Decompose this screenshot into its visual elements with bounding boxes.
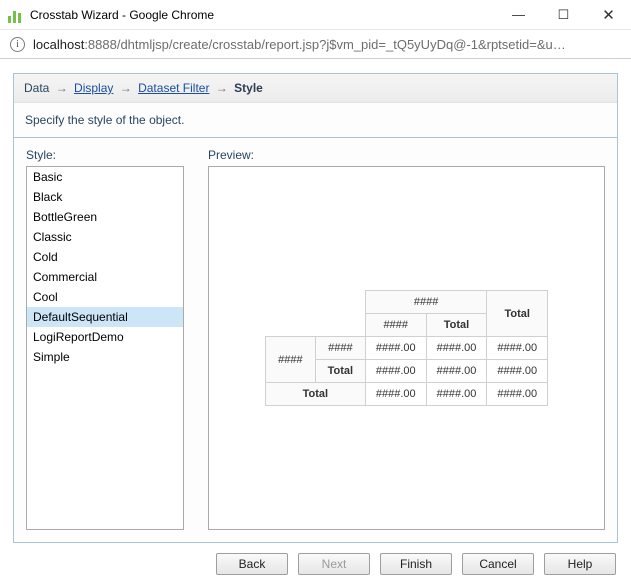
address-bar[interactable]: i localhost:8888/dhtmljsp/create/crossta… <box>0 30 631 59</box>
col-sub: #### <box>365 314 426 337</box>
cell: ####.00 <box>365 360 426 383</box>
breadcrumb: Data → Display → Dataset Filter → Style <box>14 74 617 103</box>
content: Data → Display → Dataset Filter → Style … <box>0 59 631 585</box>
cell: ####.00 <box>426 383 487 406</box>
address-host: localhost <box>33 37 84 52</box>
cell: ####.00 <box>487 337 548 360</box>
row-group: #### <box>265 337 315 383</box>
info-icon[interactable]: i <box>10 37 25 52</box>
cell: ####.00 <box>487 360 548 383</box>
next-button: Next <box>298 553 370 575</box>
style-column: Style: BasicBlackBottleGreenClassicColdC… <box>26 148 184 530</box>
style-item-bottlegreen[interactable]: BottleGreen <box>27 207 183 227</box>
row-grandtotal: Total <box>265 383 365 406</box>
style-item-cold[interactable]: Cold <box>27 247 183 267</box>
cell: ####.00 <box>487 383 548 406</box>
app-icon <box>8 7 24 23</box>
window-title: Crosstab Wizard - Google Chrome <box>30 8 496 22</box>
back-button[interactable]: Back <box>216 553 288 575</box>
preview-box: #### Total #### Total #### #### ####.00 … <box>208 166 605 530</box>
window-controls: — ☐ ✕ <box>496 0 631 29</box>
row-subtotal: Total <box>315 360 365 383</box>
arrow-icon: → <box>216 81 228 95</box>
col-subtotal: Total <box>426 314 487 337</box>
col-grandtotal: Total <box>487 291 548 337</box>
style-item-cool[interactable]: Cool <box>27 287 183 307</box>
wizard-body: Style: BasicBlackBottleGreenClassicColdC… <box>14 138 617 542</box>
finish-button[interactable]: Finish <box>380 553 452 575</box>
crosstab-preview: #### Total #### Total #### #### ####.00 … <box>265 290 548 406</box>
crumb-display[interactable]: Display <box>74 81 113 95</box>
maximize-button[interactable]: ☐ <box>541 0 586 29</box>
cell: ####.00 <box>365 383 426 406</box>
col-group: #### <box>365 291 487 314</box>
crumb-data: Data <box>24 81 49 95</box>
help-button[interactable]: Help <box>544 553 616 575</box>
style-item-commercial[interactable]: Commercial <box>27 267 183 287</box>
cancel-button[interactable]: Cancel <box>462 553 534 575</box>
address-rest: :8888/dhtmljsp/create/crosstab/report.js… <box>84 37 565 52</box>
style-item-black[interactable]: Black <box>27 187 183 207</box>
style-item-basic[interactable]: Basic <box>27 167 183 187</box>
style-item-classic[interactable]: Classic <box>27 227 183 247</box>
row-sub: #### <box>315 337 365 360</box>
arrow-icon: → <box>56 81 68 95</box>
wizard-panel: Data → Display → Dataset Filter → Style … <box>13 73 618 543</box>
style-item-logireportdemo[interactable]: LogiReportDemo <box>27 327 183 347</box>
preview-column: Preview: #### Total #### Total <box>208 148 605 530</box>
minimize-button[interactable]: — <box>496 0 541 29</box>
crumb-style: Style <box>234 81 263 95</box>
titlebar: Crosstab Wizard - Google Chrome — ☐ ✕ <box>0 0 631 30</box>
style-listbox[interactable]: BasicBlackBottleGreenClassicColdCommerci… <box>26 166 184 530</box>
close-button[interactable]: ✕ <box>586 0 631 29</box>
style-item-defaultsequential[interactable]: DefaultSequential <box>27 307 183 327</box>
description: Specify the style of the object. <box>14 103 617 138</box>
preview-label: Preview: <box>208 148 605 162</box>
style-label: Style: <box>26 148 184 162</box>
crumb-dataset-filter[interactable]: Dataset Filter <box>138 81 209 95</box>
cell: ####.00 <box>365 337 426 360</box>
cell: ####.00 <box>426 360 487 383</box>
cell: ####.00 <box>426 337 487 360</box>
arrow-icon: → <box>120 81 132 95</box>
style-item-simple[interactable]: Simple <box>27 347 183 367</box>
button-row: Back Next Finish Cancel Help <box>13 543 618 575</box>
